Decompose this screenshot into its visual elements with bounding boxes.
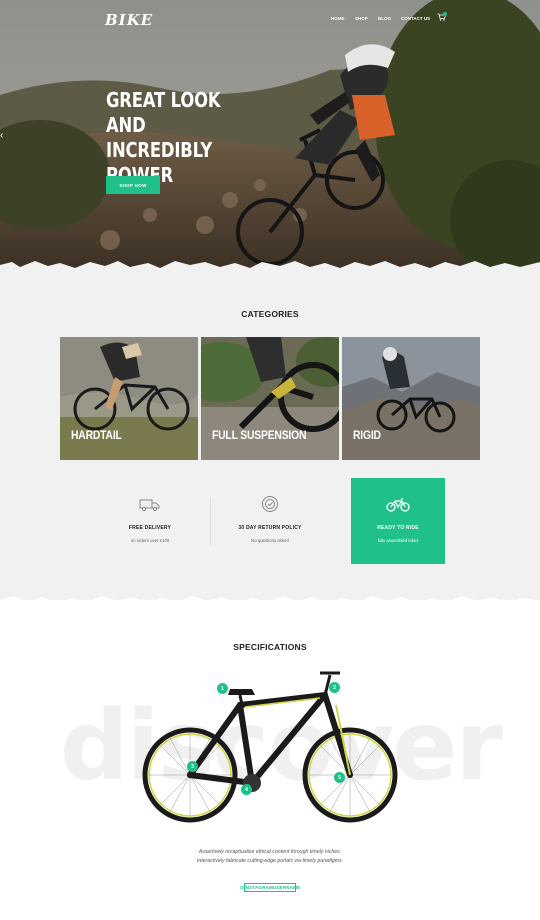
instagram-link[interactable]: @INSTAGRAMUSERNAME [240,883,300,892]
spec-description-line: Assertively recaptiualize ethical conten… [198,849,342,855]
truck-icon [139,499,160,512]
categories-heading: CATEGORIES [241,309,299,319]
feature-subtitle: fully assembled bikes [377,538,419,543]
category-card-full-suspension[interactable]: FULL SUSPENSION [201,337,339,460]
category-label: HARDTAIL [71,430,122,442]
bike-product-image [142,671,398,823]
feature-subtitle: on orders over £100 [130,538,170,543]
feature-title: 30 DAY RETURN POLICY [238,525,302,531]
category-label: FULL SUSPENSION [212,430,307,442]
page: BIKE HOME SHOP BLOG CONTACT US ‹ GREAT L… [0,0,540,920]
spec-hotspot[interactable]: 5 [334,772,345,783]
shop-now-button[interactable]: SHOP NOW [106,176,160,194]
hero-title: GREAT LOOK AND INCREDIBLY POWER [106,88,286,188]
hero-banner: BIKE HOME SHOP BLOG CONTACT US ‹ GREAT L… [0,0,540,275]
return-policy-icon [262,496,278,512]
category-card-hardtail[interactable]: HARDTAIL [60,337,198,460]
brand-logo[interactable]: BIKE [105,11,153,29]
feature-ready-to-ride[interactable]: READY TO RIDE fully assembled bikes [351,478,445,564]
bike-icon [386,498,410,512]
hero-title-line: GREAT LOOK [106,88,221,112]
spec-description-line: Interactively fabricate cutting-edge por… [196,858,344,864]
spec-hotspot[interactable]: 1 [217,683,228,694]
spec-hotspot[interactable]: 4 [241,784,252,795]
nav-blog[interactable]: BLOG [378,16,391,21]
spec-hotspot[interactable]: 2 [329,682,340,693]
category-card-rigid[interactable]: RIGID [342,337,480,460]
spec-hotspot[interactable]: 3 [187,761,198,772]
torn-edge-divider [0,261,540,275]
nav-shop[interactable]: SHOP [355,16,368,21]
feature-return-policy: 30 DAY RETURN POLICY No questions asked [200,478,340,564]
specifications-heading: SPECIFICATIONS [233,642,307,652]
nav-home[interactable]: HOME [331,16,345,21]
slider-prev-icon[interactable]: ‹ [0,130,3,141]
hero-title-line: AND INCREDIBLY [106,113,213,162]
feature-free-delivery: FREE DELIVERY on orders over £100 [80,478,220,564]
feature-subtitle: No questions asked [251,538,289,543]
feature-title: READY TO RIDE [377,525,419,531]
nav-contact[interactable]: CONTACT US [401,16,430,21]
feature-title: FREE DELIVERY [128,525,172,531]
cart-badge [443,12,447,16]
torn-edge-divider [0,596,540,610]
category-label: RIGID [353,430,381,442]
